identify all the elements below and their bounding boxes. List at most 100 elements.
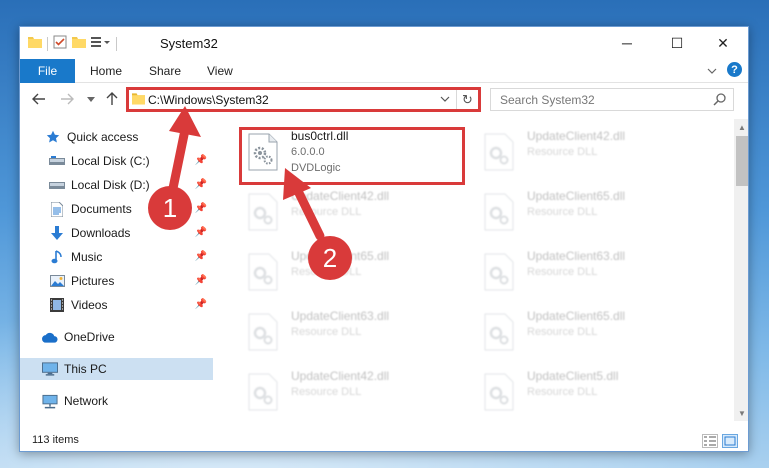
tab-file[interactable]: File bbox=[20, 59, 75, 83]
sidebar-item-label: Network bbox=[64, 394, 109, 408]
music-icon bbox=[49, 249, 65, 265]
sidebar-item-label: This PC bbox=[64, 362, 107, 376]
sidebar-item-label: Local Disk (C:) bbox=[71, 154, 150, 168]
back-button[interactable] bbox=[29, 89, 49, 109]
up-button[interactable] bbox=[102, 89, 122, 109]
help-icon[interactable]: ? bbox=[727, 62, 742, 77]
search-input[interactable]: Search System32 bbox=[490, 88, 734, 111]
sidebar-item-onedrive[interactable]: OneDrive bbox=[20, 326, 213, 348]
sidebar-item-this-pc[interactable]: This PC bbox=[20, 358, 213, 380]
pin-icon[interactable]: 📌 bbox=[195, 251, 207, 262]
file-name: UpdateClient63.dll bbox=[527, 249, 626, 263]
sidebar-item-label: OneDrive bbox=[64, 330, 115, 344]
sidebar-item-label: Downloads bbox=[71, 226, 131, 240]
file-name: UpdateClient63.dll bbox=[291, 309, 390, 323]
file-list: bus0ctrl.dll 6.0.0.0 DVDLogic UpdateClie… bbox=[215, 119, 734, 421]
toolbar-separator bbox=[116, 36, 117, 51]
sidebar-item-local-disk-c[interactable]: Local Disk (C:) 📌 bbox=[20, 150, 213, 172]
file-description: Resource DLL bbox=[291, 326, 362, 338]
file-name: UpdateClient65.dll bbox=[527, 189, 626, 203]
customize-toolbar-icon[interactable] bbox=[91, 36, 111, 51]
explorer-window: System32 ─ ☐ ✕ File Home Share View ? C:… bbox=[19, 26, 749, 452]
expand-ribbon-icon[interactable] bbox=[707, 63, 717, 77]
status-bar: 113 items bbox=[20, 431, 748, 451]
file-description: Resource DLL bbox=[527, 326, 598, 338]
sidebar-item-music[interactable]: Music 📌 bbox=[20, 246, 213, 268]
file-description: Resource DLL bbox=[527, 386, 598, 398]
videos-icon bbox=[49, 297, 65, 313]
dll-file-icon bbox=[483, 133, 515, 171]
documents-icon bbox=[49, 201, 65, 217]
dll-file-icon bbox=[483, 193, 515, 231]
toolbar-separator bbox=[47, 36, 48, 51]
star-icon bbox=[45, 129, 61, 145]
address-highlight-box bbox=[126, 87, 481, 112]
file-description: Resource DLL bbox=[527, 146, 598, 158]
file-description: Resource DLL bbox=[527, 206, 598, 218]
sidebar-item-label: Videos bbox=[71, 298, 108, 312]
file-name: UpdateClient5.dll bbox=[527, 369, 619, 383]
file-name: UpdateClient42.dll bbox=[291, 369, 390, 383]
recent-locations-icon[interactable] bbox=[81, 89, 101, 109]
file-item[interactable]: UpdateClient65.dll Resource DLL bbox=[239, 247, 469, 303]
file-description: Resource DLL bbox=[291, 386, 362, 398]
pin-icon[interactable]: 📌 bbox=[195, 179, 207, 190]
dll-file-icon bbox=[247, 193, 279, 231]
pin-icon[interactable]: 📌 bbox=[195, 227, 207, 238]
properties-icon[interactable] bbox=[53, 35, 67, 52]
maximize-button[interactable]: ☐ bbox=[654, 27, 700, 59]
pin-icon[interactable]: 📌 bbox=[195, 203, 207, 214]
close-button[interactable]: ✕ bbox=[700, 27, 746, 59]
search-icon[interactable] bbox=[713, 92, 727, 109]
vertical-scrollbar[interactable]: ▲ ▼ bbox=[734, 119, 748, 421]
sidebar-item-local-disk-d[interactable]: Local Disk (D:) 📌 bbox=[20, 174, 213, 196]
file-name: UpdateClient65.dll bbox=[527, 309, 626, 323]
sidebar-item-label: Documents bbox=[71, 202, 132, 216]
folder-icon bbox=[28, 36, 42, 51]
sidebar-item-label: Pictures bbox=[71, 274, 115, 288]
scroll-down-arrow[interactable]: ▼ bbox=[734, 405, 748, 421]
pin-icon[interactable]: 📌 bbox=[195, 275, 207, 286]
file-item[interactable]: UpdateClient65.dll Resource DLL bbox=[475, 187, 705, 243]
file-item[interactable]: UpdateClient63.dll Resource DLL bbox=[475, 247, 705, 303]
sidebar-item-network[interactable]: Network bbox=[20, 390, 213, 412]
pin-icon[interactable]: 📌 bbox=[195, 299, 207, 310]
cloud-icon bbox=[42, 329, 58, 345]
navigation-bar: C:\Windows\System32 ↻ Search System32 bbox=[20, 83, 748, 117]
computer-icon bbox=[42, 361, 58, 377]
scrollbar-thumb[interactable] bbox=[736, 136, 748, 186]
file-item[interactable]: UpdateClient42.dll Resource DLL bbox=[239, 367, 469, 421]
sidebar-item-documents[interactable]: Documents 📌 bbox=[20, 198, 213, 220]
scroll-up-arrow[interactable]: ▲ bbox=[734, 119, 748, 135]
dll-file-icon bbox=[483, 253, 515, 291]
navigation-pane: Quick access Local Disk (C:) 📌 Local Dis… bbox=[20, 119, 213, 421]
sidebar-item-label: Quick access bbox=[67, 130, 139, 144]
file-item[interactable]: UpdateClient42.dll Resource DLL bbox=[475, 127, 705, 183]
tab-home[interactable]: Home bbox=[90, 59, 122, 83]
file-description: Resource DLL bbox=[291, 206, 362, 218]
sidebar-item-pictures[interactable]: Pictures 📌 bbox=[20, 270, 213, 292]
file-item[interactable]: UpdateClient5.dll Resource DLL bbox=[475, 367, 705, 421]
sidebar-item-downloads[interactable]: Downloads 📌 bbox=[20, 222, 213, 244]
pin-icon[interactable]: 📌 bbox=[195, 155, 207, 166]
details-view-icon[interactable] bbox=[702, 434, 718, 448]
minimize-button[interactable]: ─ bbox=[604, 27, 650, 59]
search-placeholder: Search System32 bbox=[500, 93, 595, 107]
file-item[interactable]: UpdateClient65.dll Resource DLL bbox=[475, 307, 705, 363]
tab-view[interactable]: View bbox=[207, 59, 233, 83]
sidebar-item-videos[interactable]: Videos 📌 bbox=[20, 294, 213, 316]
sidebar-item-quick-access[interactable]: Quick access bbox=[20, 126, 213, 148]
ribbon-tabs: File Home Share View ? bbox=[20, 59, 748, 83]
new-folder-icon[interactable] bbox=[72, 36, 86, 51]
file-description: Resource DLL bbox=[527, 266, 598, 278]
tab-share[interactable]: Share bbox=[149, 59, 181, 83]
file-item[interactable]: UpdateClient42.dll Resource DLL bbox=[239, 187, 469, 243]
sidebar-item-label: Music bbox=[71, 250, 103, 264]
file-name: UpdateClient42.dll bbox=[291, 189, 390, 203]
forward-button[interactable] bbox=[57, 89, 77, 109]
quick-access-toolbar bbox=[28, 35, 117, 52]
file-item[interactable]: UpdateClient63.dll Resource DLL bbox=[239, 307, 469, 363]
dll-file-icon bbox=[247, 253, 279, 291]
large-icons-view-icon[interactable] bbox=[722, 434, 738, 448]
network-icon bbox=[42, 393, 58, 409]
